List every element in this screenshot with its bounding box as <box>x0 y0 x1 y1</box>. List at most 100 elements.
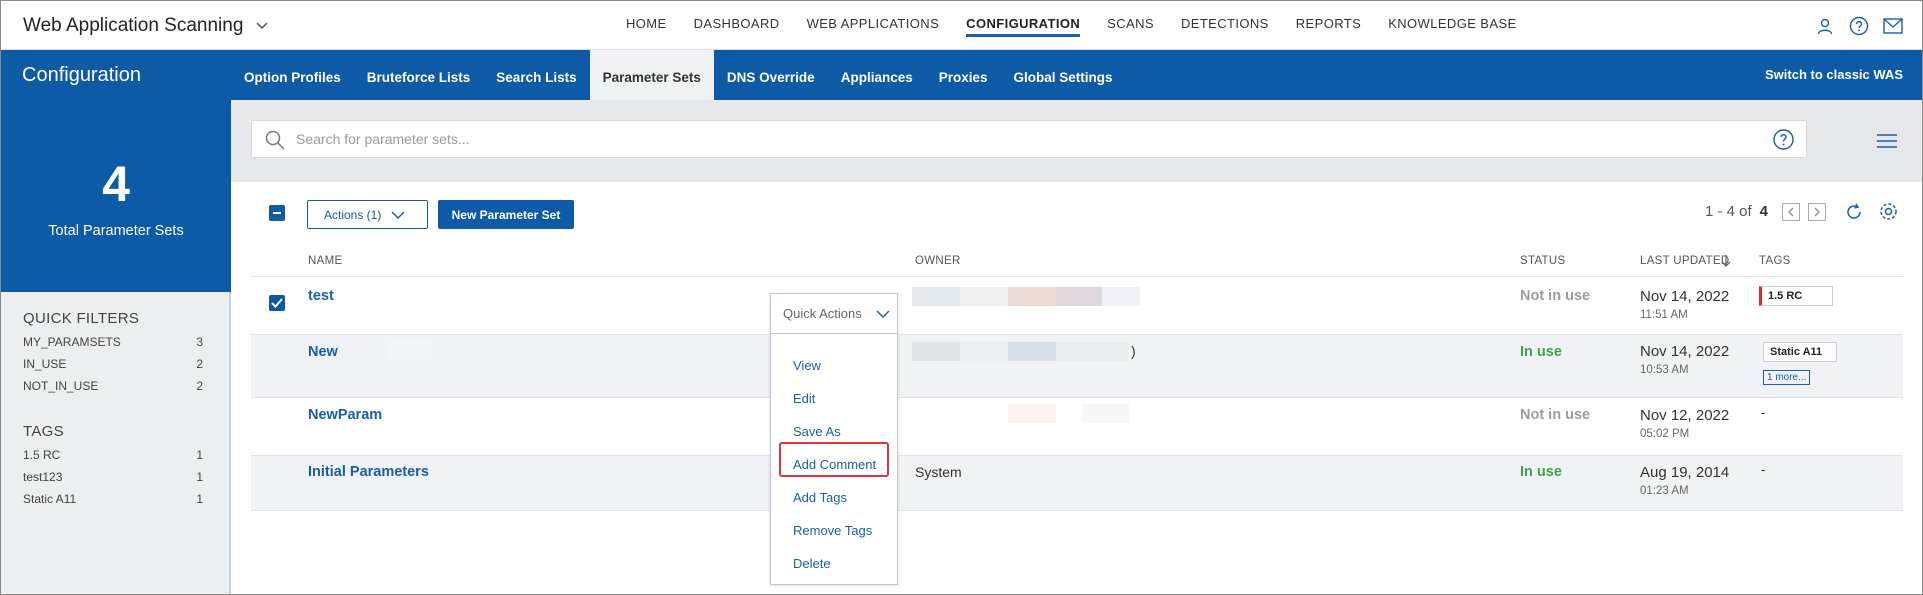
tab-dns-override[interactable]: DNS Override <box>714 50 828 100</box>
filter-tag-1-5-rc[interactable]: 1.5 RC 1 <box>1 444 229 466</box>
nav-web-applications[interactable]: WEB APPLICATIONS <box>807 1 940 50</box>
nav-dashboard[interactable]: DASHBOARD <box>694 1 780 50</box>
menu-item-edit[interactable]: Edit <box>793 391 815 406</box>
row-name-link[interactable]: Initial Parameters <box>308 464 429 480</box>
column-name[interactable]: NAME <box>308 255 342 267</box>
nav-knowledge-base[interactable]: KNOWLEDGE BASE <box>1388 1 1516 50</box>
nav-reports[interactable]: REPORTS <box>1296 1 1361 50</box>
row-tags: 1.5 RC <box>1759 286 1833 306</box>
redacted-owner <box>960 342 1008 361</box>
search-help-icon[interactable] <box>1772 128 1795 151</box>
search-input[interactable] <box>296 127 1696 151</box>
quick-actions-label: Quick Actions <box>783 306 862 321</box>
summary-panel: 4 Total Parameter Sets <box>1 100 231 292</box>
search-area <box>231 100 1922 182</box>
chevron-down-icon <box>391 211 405 219</box>
top-bar: Web Application Scanning HOME DASHBOARD … <box>1 1 1922 50</box>
menu-item-delete[interactable]: Delete <box>793 556 831 571</box>
menu-item-add-tags[interactable]: Add Tags <box>793 490 847 505</box>
top-icons <box>1814 15 1904 37</box>
switch-classic-link[interactable]: Switch to classic WAS <box>1765 67 1903 82</box>
chevron-down-icon <box>876 310 890 318</box>
more-tags-button[interactable]: 1 more... <box>1763 370 1811 385</box>
row-status: In use <box>1520 464 1562 480</box>
menu-item-remove-tags[interactable]: Remove Tags <box>793 523 872 538</box>
column-status[interactable]: STATUS <box>1520 255 1565 267</box>
mail-icon[interactable] <box>1882 15 1904 37</box>
app-title: Web Application Scanning <box>23 15 244 36</box>
hamburger-menu-icon[interactable] <box>1876 133 1898 149</box>
menu-item-add-comment[interactable]: Add Comment <box>793 457 876 472</box>
sort-arrow-down-icon[interactable] <box>1720 254 1732 268</box>
row-date: Nov 12, 2022 <box>1640 407 1730 424</box>
tag-chip[interactable]: 1.5 RC <box>1759 286 1833 306</box>
new-parameter-set-button[interactable]: New Parameter Set <box>438 200 574 229</box>
row-last-updated: Aug 19, 2014 01:23 AM <box>1640 464 1729 497</box>
tab-bruteforce-lists[interactable]: Bruteforce Lists <box>354 50 484 100</box>
page-title: Configuration <box>22 64 141 86</box>
redacted-owner <box>912 287 960 306</box>
column-tags[interactable]: TAGS <box>1759 255 1791 267</box>
table-row[interactable]: New ) In use Nov 14, 2022 10:53 AM Stati… <box>251 335 1903 398</box>
checkmark-icon <box>271 298 283 308</box>
table-row[interactable]: test Not in use Nov 14, 2022 11:51 AM 1.… <box>251 278 1903 335</box>
row-status: Not in use <box>1520 288 1591 304</box>
tag-chip[interactable]: Static A11 <box>1763 342 1837 362</box>
nav-configuration[interactable]: CONFIGURATION <box>966 1 1081 50</box>
app-window: Web Application Scanning HOME DASHBOARD … <box>0 0 1923 595</box>
row-owner: ) <box>1131 343 1136 359</box>
filter-sidebar: QUICK FILTERS MY_PARAMSETS 3 IN_USE 2 NOT_… <box>1 292 231 594</box>
column-owner[interactable]: OWNER <box>915 255 961 267</box>
filter-tag-test123[interactable]: test123 1 <box>1 466 229 488</box>
filter-label: MY_PARAMSETS <box>23 335 121 349</box>
filter-not-in-use[interactable]: NOT_IN_USE 2 <box>1 375 229 397</box>
row-name-link[interactable]: NewParam <box>308 407 382 423</box>
row-name-link[interactable]: New <box>308 344 338 360</box>
nav-home[interactable]: HOME <box>626 1 667 50</box>
column-last-updated[interactable]: LAST UPDATED <box>1640 255 1729 267</box>
redacted-owner <box>1008 342 1056 361</box>
chevron-left-icon <box>1788 207 1794 216</box>
filter-in-use[interactable]: IN_USE 2 <box>1 353 229 375</box>
next-page-button[interactable] <box>1808 202 1826 221</box>
row-time: 11:51 AM <box>1640 309 1688 321</box>
quick-actions-button[interactable]: Quick Actions <box>771 294 897 334</box>
select-all-checkbox[interactable] <box>269 205 285 221</box>
actions-dropdown-button[interactable]: Actions (1) <box>307 200 428 229</box>
row-tags: Static A11 1 more... <box>1763 342 1837 385</box>
prev-page-button[interactable] <box>1782 202 1800 221</box>
row-name-link[interactable]: test <box>308 288 334 304</box>
filter-my-paramsets[interactable]: MY_PARAMSETS 3 <box>1 331 229 353</box>
table-row[interactable]: Initial Parameters System In use Aug 19,… <box>251 456 1903 511</box>
refresh-icon[interactable] <box>1844 202 1864 222</box>
redacted-owner <box>1008 404 1056 423</box>
app-switcher[interactable]: Web Application Scanning <box>23 15 269 37</box>
table-row[interactable]: NewParam Not in use Nov 12, 2022 05:02 P… <box>251 398 1903 456</box>
settings-gear-icon[interactable] <box>1878 201 1899 222</box>
search-icon <box>265 130 285 150</box>
filter-count: 1 <box>196 470 203 484</box>
tags-filter-title: TAGS <box>23 423 64 440</box>
pagination: 1 - 4 of 4 <box>1705 201 1899 222</box>
row-last-updated: Nov 12, 2022 05:02 PM <box>1640 407 1729 440</box>
tab-appliances[interactable]: Appliances <box>828 50 926 100</box>
menu-item-save-as[interactable]: Save As <box>793 424 841 439</box>
row-checkbox[interactable] <box>269 295 285 311</box>
tab-global-settings[interactable]: Global Settings <box>1001 50 1126 100</box>
filter-tag-static-a11[interactable]: Static A11 1 <box>1 488 229 510</box>
tab-option-profiles[interactable]: Option Profiles <box>231 50 354 100</box>
tab-search-lists[interactable]: Search Lists <box>483 50 589 100</box>
row-time: 01:23 AM <box>1640 485 1689 497</box>
nav-detections[interactable]: DETECTIONS <box>1181 1 1269 50</box>
redacted-owner <box>1056 287 1102 306</box>
nav-scans[interactable]: SCANS <box>1107 1 1154 50</box>
tab-parameter-sets[interactable]: Parameter Sets <box>589 50 714 100</box>
tab-proxies[interactable]: Proxies <box>926 50 1001 100</box>
user-icon[interactable] <box>1814 15 1836 37</box>
config-tabs: Option Profiles Bruteforce Lists Search … <box>231 50 1126 100</box>
help-icon[interactable] <box>1848 15 1870 37</box>
row-status: Not in use <box>1520 407 1591 423</box>
redacted-owner <box>1083 404 1129 423</box>
menu-item-view[interactable]: View <box>793 358 821 373</box>
redacted-owner <box>1008 287 1056 306</box>
